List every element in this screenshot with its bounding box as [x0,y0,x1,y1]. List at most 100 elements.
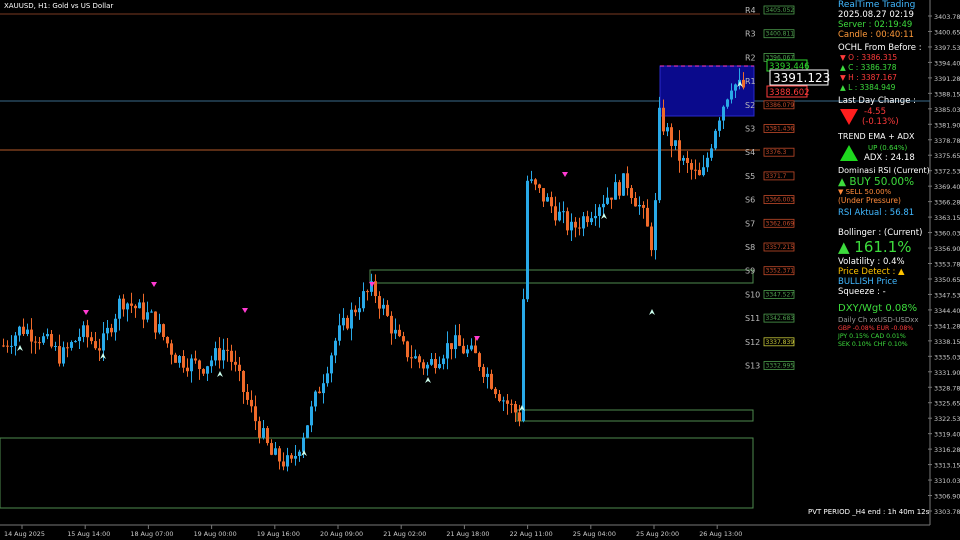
candle-body [246,391,249,400]
level-name: S3 [745,125,755,134]
candle-body [678,140,681,161]
candle-body [406,341,409,358]
price-detect: Price Detect : ▲ [838,267,905,277]
candle-body [26,329,29,335]
candle-body [318,391,321,394]
candle-body [342,317,345,326]
y-tick-label: 3325.655 [934,400,960,408]
candle-body [346,317,349,329]
candle-body [130,303,133,306]
rsi-buy: ▲ BUY 50.00% [838,176,915,188]
candle-body [214,348,217,361]
candle-body [86,325,89,338]
candle-body [514,404,517,413]
candle-body [674,140,677,146]
level-price-label: 3332.995 [766,363,795,370]
y-tick-label: 3306.905 [934,493,960,501]
candle-body [114,318,117,333]
rsi-aktual: RSI Aktual : 56.81 [838,208,915,218]
y-tick-label: 3316.280 [934,446,960,454]
candle-body [694,169,697,171]
candle-body [442,358,445,365]
candle-body [34,341,37,343]
y-tick-label: 3378.780 [934,137,960,145]
candle-body [494,388,497,395]
candle-body [430,359,433,365]
candle-body [310,406,313,426]
candle-body [538,184,541,189]
level-price-label: 3376.3 [766,149,787,156]
candle-body [334,340,337,356]
candle-body [218,348,221,361]
zone-box [516,409,754,422]
candle-body [286,455,289,467]
candle-body [666,127,669,132]
candle-body [178,356,181,363]
candle-body [726,99,729,107]
candle-body [234,361,237,365]
last-day-percent: (-0.13%) [862,117,899,127]
y-tick-label: 3353.780 [934,261,960,269]
candle-body [646,207,649,227]
candle-body [426,364,429,369]
candle-body [654,200,657,251]
candle-body [686,157,689,164]
candle-body [306,425,309,438]
candle-body [462,345,465,354]
candle-body [198,360,201,370]
candle-body [366,291,369,293]
candle-body [582,216,585,229]
bid-label: 3388.602 [769,88,810,98]
candle-body [518,412,521,421]
candle-body [314,391,317,407]
signal-marker [17,345,23,351]
candle-body [78,336,81,342]
level-name: S4 [745,148,755,157]
level-price-label: 3381.436 [766,126,795,133]
signal-marker-down [562,172,568,177]
level-name: S2 [745,101,755,110]
candle-body [454,335,457,350]
candle-body [146,312,149,320]
level-name: S8 [745,243,755,252]
candle-body [634,198,637,207]
y-tick-label: 3331.905 [934,369,960,377]
candle-body [70,342,73,348]
y-tick-label: 3369.405 [934,183,960,191]
candle-body [626,173,629,189]
candle-body [534,179,537,185]
x-tick-label: 21 Aug 18:00 [446,530,489,538]
candle-body [330,355,333,374]
candle-body [126,303,129,310]
candle-body [38,342,41,344]
candle-body [74,341,77,343]
candle-body [6,345,9,347]
candle-body [670,127,673,146]
up-arrow-icon [840,145,858,161]
candle-body [378,296,381,309]
x-tick-label: 25 Aug 04:00 [573,530,616,538]
level-price-label: 3352.371 [766,268,795,275]
candle-body [362,291,365,309]
candle-body [710,148,713,158]
ochl-title: OCHL From Before : [838,43,922,53]
level-name: S7 [745,219,755,228]
candle-body [698,169,701,176]
currency-row-2: JPY 0.15% CAD 0.01% [838,333,906,340]
candle-body [642,204,645,208]
level-name: S11 [745,314,760,323]
y-tick-label: 3400.655 [934,28,960,36]
y-tick-label: 3338.155 [934,338,960,346]
candle-body [482,366,485,377]
level-price-label: 3400.811 [766,31,795,38]
y-tick-label: 3360.030 [934,230,960,238]
server-time: Server : 02:19:49 [838,20,913,30]
level-price-label: 3337.839 [766,339,795,346]
candle-body [574,221,577,228]
candle-body [730,90,733,100]
price-chart[interactable]: 3403.780 3400.655 3397.530 3394.405 3391.280… [0,0,960,540]
candle-body [254,406,257,422]
candle-body [382,304,385,309]
y-tick-label: 3403.780 [934,13,960,21]
y-tick-label: 3328.780 [934,384,960,392]
